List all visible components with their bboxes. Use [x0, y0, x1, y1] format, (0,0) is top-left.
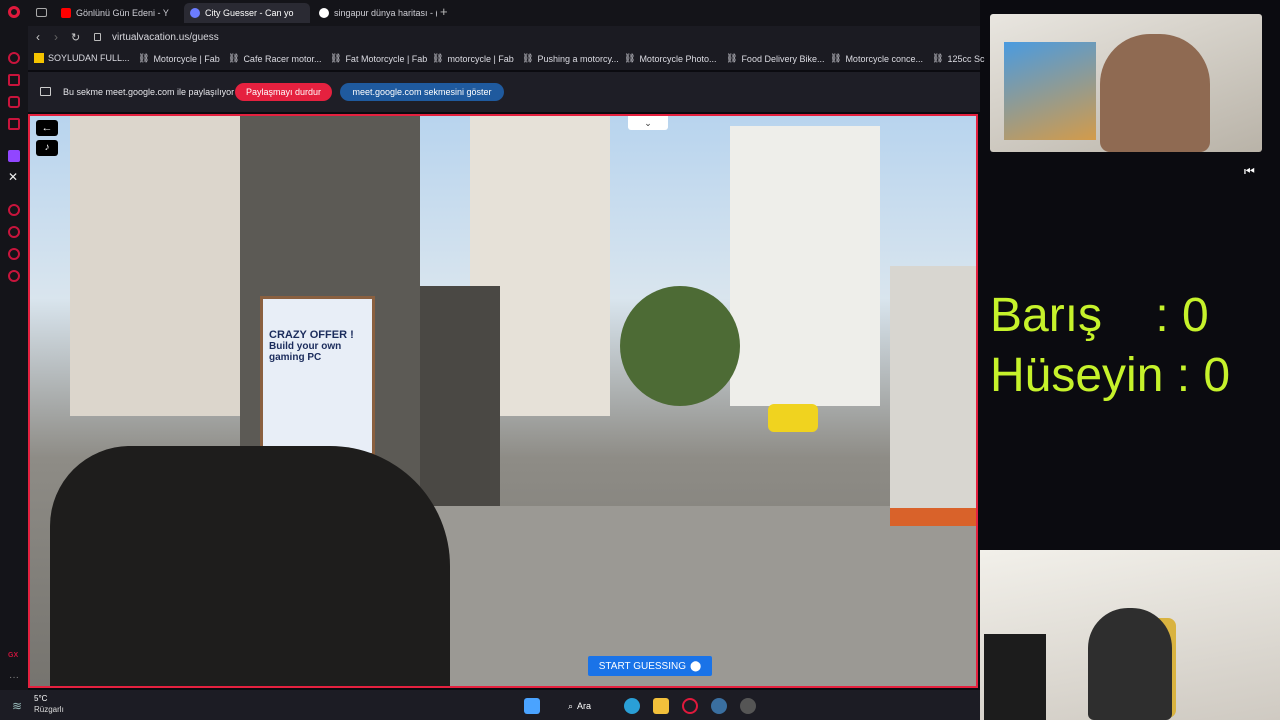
youtube-icon	[61, 8, 71, 18]
player-icon[interactable]	[8, 204, 20, 216]
link-icon: ⛓	[522, 53, 534, 63]
tab-google-search[interactable]: singapur dünya haritası - (	[313, 3, 437, 23]
person-top	[1100, 34, 1210, 152]
person-bottom	[1088, 608, 1172, 720]
tab-overview-icon[interactable]	[36, 8, 47, 17]
trees	[620, 286, 740, 406]
poster-line: gaming PC	[269, 352, 322, 363]
reload-icon[interactable]: ↻	[71, 31, 80, 44]
start-guessing-button[interactable]: START GUESSING ⬤	[588, 656, 712, 676]
score-row-huseyin: Hüseyin : 0	[990, 349, 1231, 402]
settings-icon[interactable]	[8, 270, 20, 282]
link-icon: ⛓	[726, 53, 738, 63]
more-icon[interactable]: ···	[9, 672, 19, 683]
instagram-icon[interactable]	[8, 96, 20, 108]
bookmarks-bar: SOYLUDAN FULL... ⛓ Motorcycle | Fab ⛓ Cafe…	[28, 50, 984, 70]
webcam-bottom	[980, 550, 1280, 720]
steam-icon[interactable]	[711, 698, 727, 714]
wall-poster	[1004, 42, 1096, 140]
tab-youtube[interactable]: Gönlünü Gün Edeni - Y	[55, 3, 179, 23]
new-tab-button[interactable]: +	[440, 4, 448, 19]
bookmark-item[interactable]: ⛓ Fat Motorcycle | Fab	[330, 53, 427, 64]
bookmark-item[interactable]: ⛓ 125cc Sc	[932, 53, 984, 64]
opera-gx-icon[interactable]	[682, 698, 698, 714]
chrome-icon[interactable]	[740, 698, 756, 714]
ad-poster: CRAZY OFFER ! Build your own gaming PC	[260, 296, 375, 456]
bookmark-item[interactable]: ⛓ Motorcycle Photo...	[624, 53, 716, 64]
map-pin-icon: ⬤	[690, 660, 702, 672]
extensions-icon[interactable]	[8, 248, 20, 260]
address-bar: ‹ › ↻ virtualvacation.us/guess	[28, 26, 980, 50]
bookmark-item[interactable]: ⛓ Pushing a motorcy...	[522, 53, 619, 64]
opera-logo-icon[interactable]	[8, 6, 20, 18]
bookmark-item[interactable]: ⛓ motorcycle | Fab	[432, 53, 514, 64]
link-icon: ⛓	[624, 53, 636, 63]
bookmark-item[interactable]: ⛓ Motorcycle | Fab	[138, 53, 220, 64]
screen-share-bar: Bu sekme meet.google.com ile paylaşılıyo…	[28, 72, 980, 112]
taskbar-search[interactable]: ⌕ Ara	[560, 697, 606, 715]
bookmark-item[interactable]: ⛓ Food Delivery Bike...	[726, 53, 824, 64]
link-icon: ⛓	[830, 53, 842, 63]
link-icon: ⛓	[138, 53, 150, 63]
taxi	[768, 404, 818, 432]
collapse-chevron-icon[interactable]: ⌄	[628, 116, 668, 130]
windows-taskbar: ≋ 5°C Rüzgarlı ⌕ Ara	[0, 690, 980, 720]
search-icon: ⌕	[568, 700, 574, 711]
gx-label[interactable]: GX	[8, 652, 18, 659]
bag-icon[interactable]	[8, 74, 20, 86]
motorcycle	[50, 446, 450, 686]
link-icon: ⛓	[432, 53, 444, 63]
weather-temp[interactable]: 5°C	[34, 694, 47, 703]
bookmark-item[interactable]: ⛓ Cafe Racer motor...	[228, 53, 321, 64]
edge-icon[interactable]	[624, 698, 640, 714]
back-arrow-icon[interactable]: ←	[36, 120, 58, 136]
forward-icon[interactable]: ›	[54, 30, 58, 44]
building-right	[730, 126, 880, 406]
score-row-baris: Barış : 0	[990, 289, 1209, 342]
bookmark-item[interactable]: SOYLUDAN FULL...	[34, 53, 130, 63]
messenger-icon[interactable]	[8, 52, 20, 64]
link-icon: ⛓	[330, 53, 342, 63]
webcam-top	[990, 14, 1262, 152]
sound-icon[interactable]: ♪	[36, 140, 58, 156]
weather-desc[interactable]: Rüzgarlı	[34, 705, 64, 714]
google-icon	[319, 8, 329, 18]
lock-icon	[94, 33, 101, 41]
folder-icon[interactable]	[653, 698, 669, 714]
bookmark-item[interactable]: ⛓ Motorcycle conce...	[830, 53, 923, 64]
windows-start-icon[interactable]	[524, 698, 540, 714]
bus	[890, 266, 976, 526]
poster-line: Build your own	[269, 341, 342, 352]
twitch-icon[interactable]	[8, 150, 20, 162]
street-view-panorama[interactable]: CRAZY OFFER ! Build your own gaming PC ←…	[28, 114, 978, 688]
weather-icon: ≋	[12, 699, 23, 713]
bookmark-icon	[34, 53, 44, 63]
stop-sharing-button[interactable]: Paylaşmayı durdur	[235, 83, 332, 101]
share-message: Bu sekme meet.google.com ile paylaşılıyo…	[63, 87, 235, 97]
skip-back-icon[interactable]: ⏮	[1244, 164, 1255, 179]
poster-line: CRAZY OFFER !	[269, 329, 354, 341]
x-icon[interactable]: ✕	[8, 170, 18, 184]
globe-icon	[190, 8, 200, 18]
monitor	[984, 634, 1046, 720]
tab-city-guesser[interactable]: City Guesser - Can yo	[184, 3, 310, 23]
url-field[interactable]: virtualvacation.us/guess	[112, 32, 219, 43]
show-meet-tab-button[interactable]: meet.google.com sekmesini göster	[340, 83, 504, 101]
history-icon[interactable]	[8, 226, 20, 238]
tab-bar: Gönlünü Gün Edeni - Y City Guesser - Can…	[0, 0, 980, 26]
mail-icon[interactable]	[8, 118, 20, 130]
link-icon: ⛓	[228, 53, 240, 63]
screen-share-icon	[40, 87, 51, 96]
back-icon[interactable]: ‹	[36, 30, 40, 44]
link-icon: ⛓	[932, 53, 944, 63]
browser-sidebar: ✕ GX ···	[0, 26, 28, 690]
